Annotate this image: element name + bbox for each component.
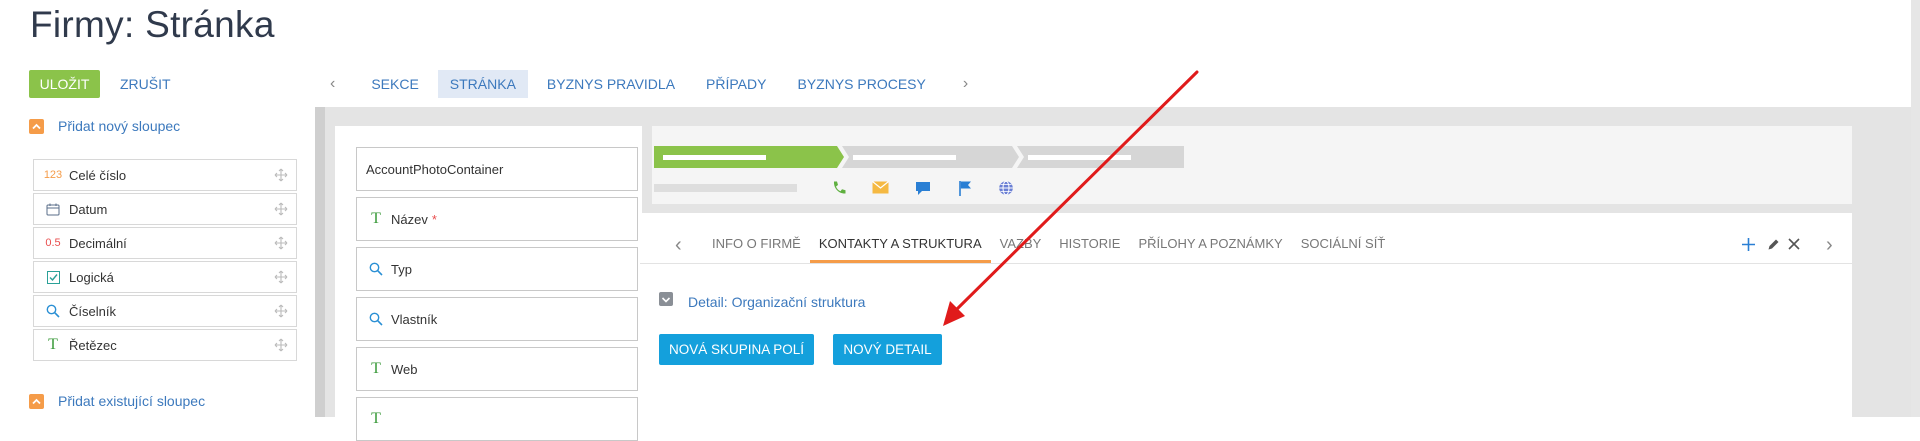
designer-tab-bar: ‹ SEKCE STRÁNKA BYZNYS PRAVIDLA PŘÍPADY … [330,70,968,98]
new-detail-button[interactable]: NOVÝ DETAIL [833,334,942,365]
chat-icon[interactable] [915,181,931,201]
column-type-boolean[interactable]: Logická [33,261,297,293]
tab-kontakty-a-struktura[interactable]: KONTAKTY A STRUKTURA [809,227,991,263]
tab-byznys-procesy[interactable]: BYZNYS PROCESY [785,70,937,98]
field-name[interactable]: T Název * [356,197,638,241]
column-type-integer[interactable]: 123 Celé číslo [33,159,297,191]
column-type-label: Číselník [69,303,116,319]
drag-handle-icon[interactable] [274,270,288,287]
column-type-list: 123 Celé číslo Datum 0.5 Decimální Logic… [33,159,297,363]
tab-byznys-pravidla[interactable]: BYZNYS PRAVIDLA [535,70,687,98]
search-icon [43,304,63,318]
save-button[interactable]: ULOŽIT [29,70,100,98]
chevron-right-icon[interactable]: › [1826,234,1833,257]
tab-socialni-sit[interactable]: SOCIÁLNÍ SÍŤ [1292,227,1395,261]
new-field-group-button[interactable]: NOVÁ SKUPINA POLÍ [659,334,814,365]
required-mark: * [431,211,437,227]
chevron-left-icon[interactable]: ‹ [330,75,335,93]
progress-bar [654,146,1184,192]
field-label: Typ [391,261,412,277]
splitter[interactable] [315,107,325,417]
column-type-date[interactable]: Datum [33,193,297,225]
add-new-column-section[interactable]: Přidat nový sloupec [29,118,180,134]
calendar-icon [43,203,63,216]
checkbox-icon [43,270,63,284]
column-type-label: Celé číslo [69,167,127,183]
detail-label[interactable]: Detail: Organizační struktura [688,294,865,310]
text-icon: T [371,210,381,227]
field-label: Web [391,361,418,377]
drag-handle-icon[interactable] [274,338,288,355]
column-type-label: Datum [69,201,108,217]
tab-info-o-firme[interactable]: INFO O FIRMĚ [703,227,810,261]
add-tab-icon[interactable] [1741,237,1756,257]
column-type-lookup[interactable]: Číselník [33,295,297,327]
field-label: Vlastník [391,311,438,327]
text-icon: T [371,360,381,377]
column-type-string[interactable]: T Řetězec [33,329,297,361]
detail-checkbox-icon[interactable] [659,292,673,311]
collapse-icon[interactable] [29,393,44,409]
column-type-label: Decimální [69,235,127,251]
column-type-decimal[interactable]: 0.5 Decimální [33,227,297,259]
phone-icon[interactable] [831,180,847,201]
header-preview-panel [652,126,1852,204]
field-label: Název [391,211,428,227]
page-title: Firmy: Stránka [30,4,275,45]
search-icon [367,312,385,326]
detail-tabs: INFO O FIRMĚ KONTAKTY A STRUKTURA VAZBY … [703,227,1395,263]
column-type-label: Řetězec [69,337,117,353]
decimal-icon: 0.5 [45,237,61,249]
integer-icon: 123 [43,169,63,181]
tabs-panel: ‹ INFO O FIRMĚ KONTAKTY A STRUKTURA VAZB… [640,213,1852,417]
edit-tab-icon[interactable] [1767,238,1780,256]
tab-sekce[interactable]: SEKCE [359,70,430,98]
globe-icon[interactable] [998,180,1014,201]
field-web[interactable]: T Web [356,347,638,391]
chevron-left-icon[interactable]: ‹ [675,234,682,257]
tab-vazby[interactable]: VAZBY [991,227,1051,261]
tab-stranka[interactable]: STRÁNKA [437,70,528,98]
detail-row[interactable]: Detail: Organizační struktura [659,292,865,311]
tab-pripady[interactable]: PŘÍPADY [694,70,778,98]
field-type[interactable]: Typ [356,247,638,291]
close-icon[interactable] [1787,237,1801,256]
collapse-icon[interactable] [29,118,44,134]
tab-historie[interactable]: HISTORIE [1050,227,1129,261]
cancel-button[interactable]: ZRUŠIT [120,70,171,98]
flag-icon[interactable] [958,180,972,201]
text-icon: T [48,336,58,353]
drag-handle-icon[interactable] [274,236,288,253]
text-icon: T [371,410,381,427]
add-new-column-label[interactable]: Přidat nový sloupec [58,118,180,134]
field-owner[interactable]: Vlastník [356,297,638,341]
scrollbar[interactable] [1911,0,1920,417]
add-existing-column-label[interactable]: Přidat existující sloupec [58,393,205,409]
tab-prilohy-a-poznamky[interactable]: PŘÍLOHY A POZNÁMKY [1129,227,1291,261]
add-existing-column-section[interactable]: Přidat existující sloupec [29,393,205,409]
field-cut-off[interactable]: T [356,397,638,441]
column-type-label: Logická [69,269,114,285]
drag-handle-icon[interactable] [274,304,288,321]
drag-handle-icon[interactable] [274,168,288,185]
drag-handle-icon[interactable] [274,202,288,219]
chevron-right-icon[interactable]: › [963,75,968,93]
field-label: AccountPhotoContainer [366,161,504,177]
search-icon [367,262,385,276]
fields-panel: AccountPhotoContainer T Název * Typ Vlas… [335,126,642,441]
field-account-photo[interactable]: AccountPhotoContainer [356,147,638,191]
detail-tab-bar: ‹ INFO O FIRMĚ KONTAKTY A STRUKTURA VAZB… [640,227,1852,264]
email-icon[interactable] [872,181,889,199]
